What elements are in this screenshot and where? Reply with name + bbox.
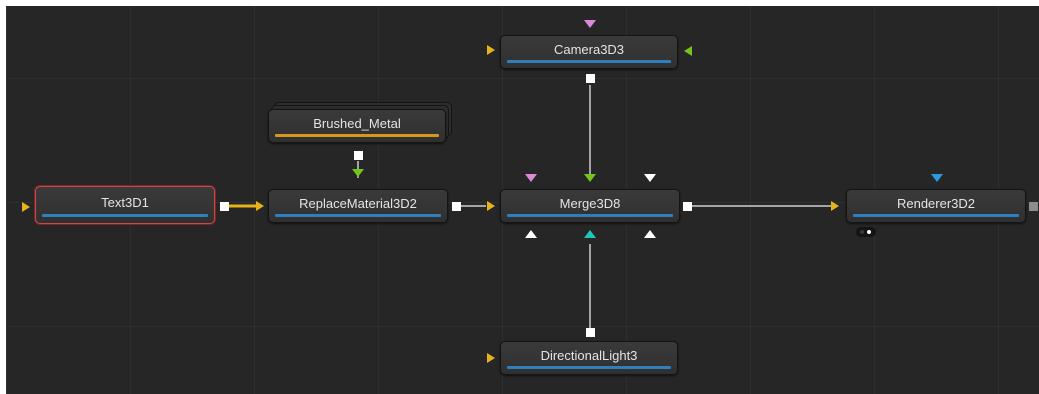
replace-material-input-arrow-icon[interactable]: [256, 201, 264, 211]
text3d-node-bar: [42, 214, 208, 217]
camera-input-arrow-icon[interactable]: [487, 45, 495, 55]
directional-light-node-label: DirectionalLight3: [540, 348, 638, 363]
light-output-port-icon[interactable]: [586, 328, 595, 337]
text3d-node-label: Text3D1: [101, 195, 149, 210]
merge3d-node-bar: [507, 214, 673, 217]
renderer-top-input-icon[interactable]: [931, 174, 943, 182]
merge-bottom-input-right-icon[interactable]: [644, 230, 656, 238]
view-indicator-dot-right: [867, 230, 871, 234]
merge-top-input-white-icon[interactable]: [644, 174, 656, 182]
text3d-input-arrow-icon[interactable]: [22, 202, 30, 212]
replace-material-node[interactable]: ReplaceMaterial3D2: [268, 189, 448, 223]
merge3d-node[interactable]: Merge3D8: [500, 189, 680, 223]
renderer-output-port-icon[interactable]: [1029, 202, 1038, 211]
merge-output-port-icon[interactable]: [683, 202, 692, 211]
brushed-metal-node-label: Brushed_Metal: [313, 116, 401, 131]
directional-light-node[interactable]: DirectionalLight3: [500, 341, 678, 375]
renderer3d-node-bar: [853, 214, 1019, 217]
camera-side-input-icon[interactable]: [684, 46, 692, 56]
text3d-node[interactable]: Text3D1: [35, 186, 215, 224]
brushed-metal-output-port-icon[interactable]: [354, 151, 363, 160]
light-input-arrow-icon[interactable]: [487, 353, 495, 363]
merge-bottom-input-left-icon[interactable]: [525, 230, 537, 238]
camera3d-node-bar: [507, 60, 671, 63]
replace-material-node-bar: [275, 214, 441, 217]
merge-input-arrow-icon[interactable]: [487, 201, 495, 211]
merge-top-input-green-icon[interactable]: [584, 174, 596, 182]
renderer-view-indicator-icon[interactable]: [856, 227, 876, 237]
node-editor-canvas[interactable]: Camera3D3 Brushed_Metal Text3D1 ReplaceM…: [6, 6, 1039, 394]
directional-light-node-bar: [507, 366, 671, 369]
view-indicator-dot-left: [860, 230, 864, 234]
camera3d-node-label: Camera3D3: [553, 42, 625, 57]
camera3d-node[interactable]: Camera3D3: [500, 35, 678, 69]
renderer3d-node-label: Renderer3D2: [896, 196, 976, 211]
replace-material-output-port-icon[interactable]: [452, 202, 461, 211]
camera-output-port-icon[interactable]: [586, 74, 595, 83]
renderer-input-arrow-icon[interactable]: [831, 201, 839, 211]
text3d-output-port-icon[interactable]: [220, 202, 229, 211]
merge-bottom-input-cyan-icon[interactable]: [584, 230, 596, 238]
replace-material-node-label: ReplaceMaterial3D2: [299, 196, 417, 211]
merge-top-input-pink-icon[interactable]: [525, 174, 537, 182]
replace-material-top-input-icon[interactable]: [352, 169, 364, 177]
brushed-metal-node-bar: [275, 134, 439, 137]
renderer3d-node[interactable]: Renderer3D2: [846, 189, 1026, 223]
brushed-metal-node[interactable]: Brushed_Metal: [268, 109, 446, 143]
camera-top-input-icon[interactable]: [584, 20, 596, 28]
merge3d-node-label: Merge3D8: [559, 196, 621, 211]
